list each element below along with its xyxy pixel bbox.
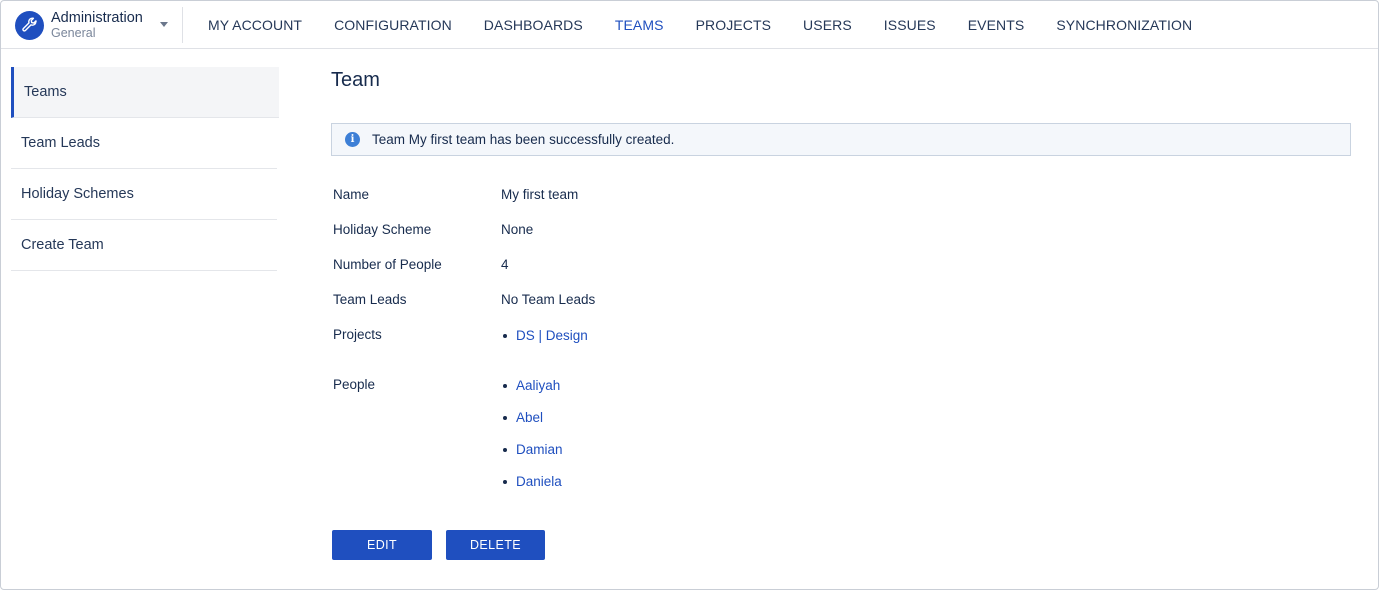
sidebar-item-holiday-schemes[interactable]: Holiday Schemes: [11, 169, 277, 220]
projects-label: Projects: [333, 327, 382, 342]
main-nav: MY ACCOUNT CONFIGURATION DASHBOARDS TEAM…: [192, 1, 1208, 49]
sidebar-item-team-leads[interactable]: Team Leads: [11, 118, 277, 169]
team-leads-label: Team Leads: [333, 292, 407, 307]
holiday-scheme-value: None: [501, 222, 534, 237]
list-item: Aaliyah: [501, 377, 563, 409]
nav-users[interactable]: USERS: [787, 1, 868, 49]
nav-my-account[interactable]: MY ACCOUNT: [192, 1, 318, 49]
sidebar: Teams Team Leads Holiday Schemes Create …: [11, 67, 279, 271]
edit-button[interactable]: EDIT: [332, 530, 432, 560]
list-item: DS | Design: [501, 327, 588, 359]
team-leads-value: No Team Leads: [501, 292, 596, 307]
success-notice: i Team My first team has been successful…: [331, 123, 1351, 156]
chevron-down-icon: [160, 22, 168, 27]
number-of-people-label: Number of People: [333, 257, 442, 272]
person-link-aaliyah[interactable]: Aaliyah: [516, 378, 560, 393]
projects-list: DS | Design: [501, 327, 588, 359]
nav-configuration[interactable]: CONFIGURATION: [318, 1, 468, 49]
nav-issues[interactable]: ISSUES: [868, 1, 952, 49]
person-link-abel[interactable]: Abel: [516, 410, 543, 425]
sidebar-item-teams[interactable]: Teams: [11, 67, 279, 118]
nav-projects[interactable]: PROJECTS: [680, 1, 787, 49]
nav-synchronization[interactable]: SYNCHRONIZATION: [1040, 1, 1208, 49]
list-item: Abel: [501, 409, 563, 441]
info-icon: i: [345, 132, 360, 147]
nav-dashboards[interactable]: DASHBOARDS: [468, 1, 599, 49]
page-title: Team: [331, 69, 380, 91]
app-subtitle: General: [51, 26, 96, 40]
project-link[interactable]: DS | Design: [516, 328, 588, 343]
person-link-daniela[interactable]: Daniela: [516, 474, 562, 489]
name-value: My first team: [501, 187, 579, 202]
app-switcher[interactable]: Administration General: [15, 9, 183, 41]
people-label: People: [333, 377, 376, 392]
top-navigation-bar: Administration General MY ACCOUNT CONFIG…: [1, 1, 1378, 49]
wrench-icon: [15, 10, 44, 40]
nav-events[interactable]: EVENTS: [952, 1, 1041, 49]
list-item: Daniela: [501, 473, 563, 505]
name-label: Name: [333, 187, 370, 202]
app-window: Administration General MY ACCOUNT CONFIG…: [0, 0, 1379, 590]
person-link-damian[interactable]: Damian: [516, 442, 563, 457]
number-of-people-value: 4: [501, 257, 509, 272]
app-title: Administration: [51, 9, 143, 26]
notice-text: Team My first team has been successfully…: [372, 132, 675, 147]
holiday-scheme-label: Holiday Scheme: [333, 222, 432, 237]
list-item: Damian: [501, 441, 563, 473]
nav-teams[interactable]: TEAMS: [599, 1, 680, 49]
delete-button[interactable]: DELETE: [446, 530, 545, 560]
sidebar-item-create-team[interactable]: Create Team: [11, 220, 277, 271]
people-list: Aaliyah Abel Damian Daniela: [501, 377, 563, 505]
main-content: Team i Team My first team has been succe…: [331, 67, 1351, 560]
header-divider: [182, 7, 183, 43]
